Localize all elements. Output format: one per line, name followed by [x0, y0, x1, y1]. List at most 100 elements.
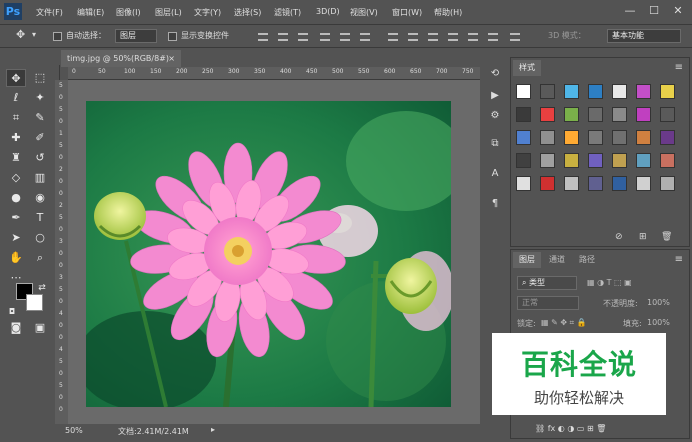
clone-stamp-icon[interactable]: ♜: [6, 149, 26, 167]
style-swatch[interactable]: [612, 84, 627, 99]
menu-select[interactable]: 选择(S): [234, 7, 261, 18]
ellipse-tool-icon[interactable]: ○: [30, 229, 50, 247]
character-panel-icon[interactable]: A: [487, 166, 503, 182]
menu-file[interactable]: 文件(F): [36, 7, 63, 18]
align-hcenter-icon[interactable]: [340, 33, 350, 41]
brush-tool-icon[interactable]: ✐: [30, 129, 50, 147]
style-swatch[interactable]: [588, 84, 603, 99]
tab-layers[interactable]: 图层: [513, 252, 541, 268]
hand-tool-icon[interactable]: ✋: [6, 249, 26, 267]
style-swatch[interactable]: [516, 130, 531, 145]
close-button[interactable]: ✕: [666, 2, 690, 20]
clear-style-icon[interactable]: ⊘: [615, 232, 623, 242]
chevron-down-icon[interactable]: ▾: [32, 30, 36, 39]
dodge-tool-icon[interactable]: ◉: [30, 189, 50, 207]
marquee-tool-icon[interactable]: ⬚: [30, 69, 50, 87]
eraser-icon[interactable]: ◇: [6, 169, 26, 187]
distribute-top-icon[interactable]: [388, 33, 398, 41]
minimize-button[interactable]: —: [618, 2, 642, 20]
canvas-area[interactable]: [68, 80, 480, 424]
layers-footer-icons[interactable]: ⛓ fx ◐ ◑ ▭ ⊞ 🗑: [535, 424, 606, 433]
style-swatch[interactable]: [636, 153, 651, 168]
style-swatch[interactable]: [516, 153, 531, 168]
quick-mask-icon[interactable]: ◙: [6, 319, 26, 337]
style-swatch[interactable]: [588, 107, 603, 122]
style-swatch[interactable]: [588, 130, 603, 145]
lasso-tool-icon[interactable]: ℓ: [6, 89, 26, 107]
auto-select-dropdown[interactable]: 图层: [115, 29, 157, 43]
pen-tool-icon[interactable]: ✒: [6, 209, 26, 227]
distribute-bottom-icon[interactable]: [428, 33, 438, 41]
auto-align-icon[interactable]: [510, 33, 520, 41]
blend-mode-dropdown[interactable]: 正常: [517, 296, 579, 310]
menu-image[interactable]: 图像(I): [116, 7, 141, 18]
blur-tool-icon[interactable]: ●: [6, 189, 26, 207]
path-select-icon[interactable]: ➤: [6, 229, 26, 247]
background-color-swatch[interactable]: [26, 294, 43, 311]
style-swatch[interactable]: [588, 176, 603, 191]
menu-edit[interactable]: 编辑(E): [77, 7, 104, 18]
distribute-vcenter-icon[interactable]: [408, 33, 418, 41]
screen-mode-icon[interactable]: ▣: [30, 319, 50, 337]
align-left-icon[interactable]: [320, 33, 330, 41]
menu-view[interactable]: 视图(V): [350, 7, 378, 18]
menu-layer[interactable]: 图层(L): [155, 7, 182, 18]
menu-help[interactable]: 帮助(H): [434, 7, 462, 18]
eyedropper-icon[interactable]: ✎: [30, 109, 50, 127]
flower-image[interactable]: [86, 101, 451, 407]
zoom-tool-icon[interactable]: ⌕: [30, 249, 50, 267]
style-swatch[interactable]: [516, 107, 531, 122]
tab-channels[interactable]: 通道: [543, 252, 571, 268]
style-swatch[interactable]: [660, 130, 675, 145]
align-bottom-icon[interactable]: [298, 33, 308, 41]
actions-panel-icon[interactable]: ▶: [487, 88, 503, 104]
adjustments-panel-icon[interactable]: ⚙: [487, 108, 503, 124]
style-swatch[interactable]: [660, 107, 675, 122]
style-swatch[interactable]: [564, 153, 579, 168]
align-right-icon[interactable]: [360, 33, 370, 41]
align-top-icon[interactable]: [258, 33, 268, 41]
style-swatch[interactable]: [612, 130, 627, 145]
maximize-button[interactable]: ☐: [642, 2, 666, 20]
distribute-left-icon[interactable]: [448, 33, 458, 41]
style-swatch[interactable]: [564, 107, 579, 122]
style-swatch[interactable]: [540, 153, 555, 168]
style-swatch[interactable]: [564, 176, 579, 191]
gradient-icon[interactable]: ▥: [30, 169, 50, 187]
style-swatch[interactable]: [540, 107, 555, 122]
style-swatch[interactable]: [516, 84, 531, 99]
zoom-level[interactable]: 50%: [65, 426, 83, 435]
move-tool-icon[interactable]: ✥: [6, 69, 26, 87]
paragraph-panel-icon[interactable]: ¶: [487, 196, 503, 212]
menu-filter[interactable]: 滤镜(T): [274, 7, 301, 18]
layers-menu-icon[interactable]: ≡: [675, 254, 683, 265]
layer-kind-filter[interactable]: ⌕ 类型: [517, 276, 577, 290]
type-tool-icon[interactable]: T: [30, 209, 50, 227]
align-vcenter-icon[interactable]: [278, 33, 288, 41]
style-swatch[interactable]: [636, 130, 651, 145]
distribute-hcenter-icon[interactable]: [468, 33, 478, 41]
style-swatch[interactable]: [636, 176, 651, 191]
fill-value[interactable]: 100%: [647, 318, 670, 327]
style-swatch[interactable]: [660, 176, 675, 191]
style-swatch[interactable]: [540, 176, 555, 191]
style-swatch[interactable]: [540, 130, 555, 145]
distribute-right-icon[interactable]: [488, 33, 498, 41]
style-swatch[interactable]: [612, 176, 627, 191]
style-swatch[interactable]: [516, 176, 531, 191]
style-swatch[interactable]: [540, 84, 555, 99]
move-tool-icon[interactable]: ✥: [16, 28, 25, 41]
style-swatch[interactable]: [612, 153, 627, 168]
style-swatch[interactable]: [564, 84, 579, 99]
menu-window[interactable]: 窗口(W): [392, 7, 422, 18]
new-style-icon[interactable]: ⊞: [639, 232, 647, 242]
clone-source-icon[interactable]: ⧉: [487, 136, 503, 152]
menu-3d[interactable]: 3D(D): [316, 7, 340, 16]
filter-icons[interactable]: ▦ ◑ T ⬚ ▣: [587, 278, 632, 287]
style-swatch[interactable]: [636, 84, 651, 99]
show-transform-checkbox[interactable]: [168, 32, 177, 41]
status-menu-arrow-icon[interactable]: ▸: [211, 425, 215, 434]
crop-tool-icon[interactable]: ⌗: [6, 109, 26, 127]
healing-brush-icon[interactable]: ✚: [6, 129, 26, 147]
delete-style-icon[interactable]: 🗑: [661, 232, 672, 242]
